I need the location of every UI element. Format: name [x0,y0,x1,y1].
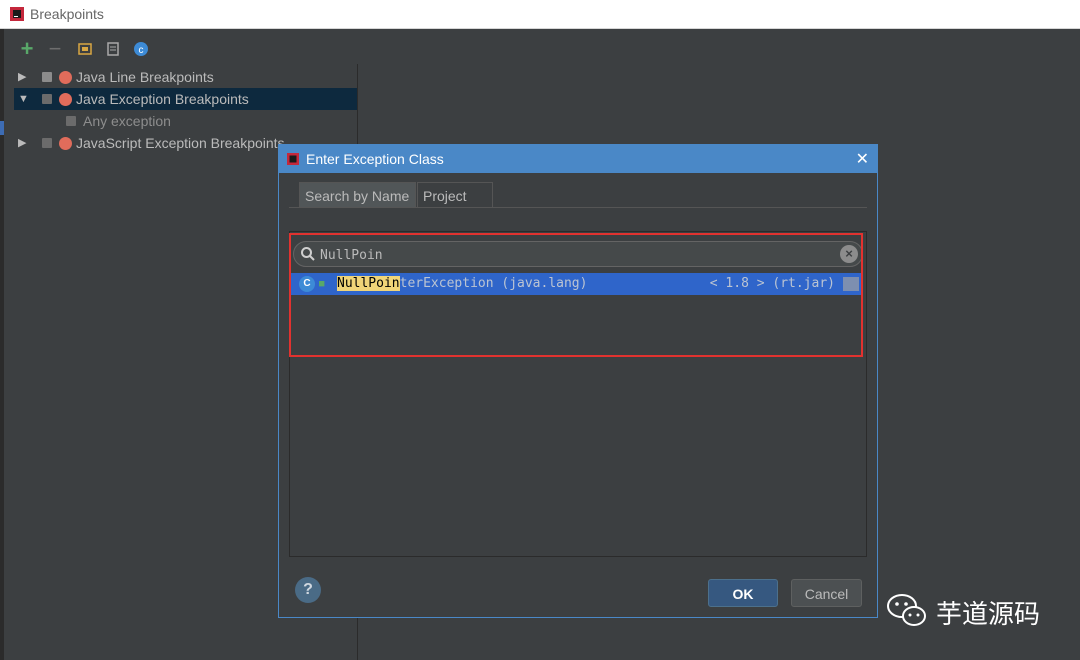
tab-divider [289,207,867,208]
breakpoint-icon [59,71,72,84]
cancel-button[interactable]: Cancel [791,579,862,607]
intellij-app-icon [287,153,299,165]
help-button[interactable]: ? [295,577,321,603]
tree-item-java-exception[interactable]: ▼ Java Exception Breakpoints [14,88,357,110]
jar-icon [843,277,859,291]
window-title: Breakpoints [30,6,104,22]
group-icon[interactable] [76,40,94,58]
exception-breakpoint-icon [59,93,72,106]
result-rest: terException (java.lang) [399,276,588,291]
class-icon[interactable]: c [132,40,150,58]
close-icon[interactable]: ✕ [856,149,869,169]
list-item[interactable]: C ■ NullPointerException (java.lang) < 1… [291,273,863,295]
checkbox[interactable] [66,116,76,126]
class-icon: C [299,276,315,292]
tree-item-any-exception[interactable]: Any exception [14,110,357,132]
dialog-titlebar: Enter Exception Class ✕ [279,145,877,173]
clear-icon[interactable]: × [840,245,858,263]
tree-item-label: Any exception [83,113,171,129]
search-icon [301,247,315,261]
intellij-app-icon [10,7,24,21]
tab-search-by-name[interactable]: Search by Name [299,182,416,208]
dialog-title: Enter Exception Class [306,151,444,167]
left-edge [0,29,4,660]
expand-arrow-icon[interactable]: ▶ [18,66,26,88]
svg-text:c: c [139,45,144,56]
window-titlebar: Breakpoints [0,0,1080,29]
match-highlight: NullPoin [337,276,400,291]
checkbox[interactable] [42,138,52,148]
expand-arrow-icon[interactable]: ▶ [18,132,26,154]
enter-exception-class-dialog: Enter Exception Class ✕ Search by Name P… [278,144,878,618]
tree-item-java-line[interactable]: ▶ Java Line Breakpoints [14,66,357,88]
checkbox[interactable] [42,94,52,104]
file-icon[interactable] [104,40,122,58]
result-location: < 1.8 > (rt.jar) [709,276,835,291]
add-icon[interactable]: + [18,38,36,60]
tree-item-label: Java Exception Breakpoints [76,91,249,107]
remove-icon[interactable]: − [46,38,64,60]
lock-icon: ■ [319,279,325,289]
tab-project[interactable]: Project [417,182,493,208]
result-name: NullPointerException (java.lang) [337,273,587,295]
tree-item-label: JavaScript Exception Breakpoints [76,135,285,151]
wechat-icon [887,594,926,626]
checkbox[interactable] [42,72,52,82]
watermark-text: 芋道源码 [936,600,1041,630]
tree-item-label: Java Line Breakpoints [76,69,214,85]
collapse-arrow-icon[interactable]: ▼ [18,88,29,110]
search-field[interactable]: × [293,241,863,267]
search-input[interactable] [318,244,822,266]
ok-button[interactable]: OK [708,579,778,607]
exception-breakpoint-icon [59,137,72,150]
